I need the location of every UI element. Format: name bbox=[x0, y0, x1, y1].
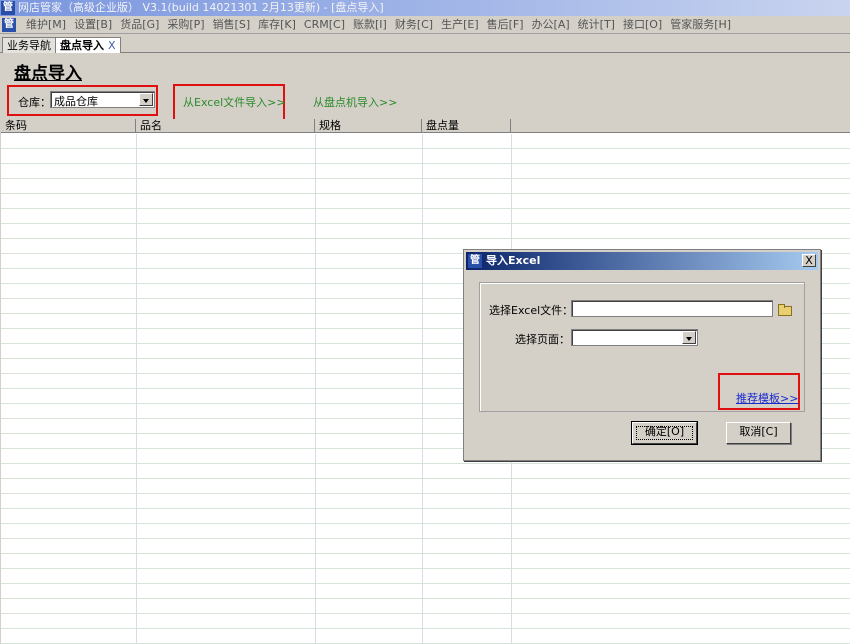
menu-bar: 管 维护[M] 设置[B] 货品[G] 采购[P] 销售[S] 库存[K] CR… bbox=[0, 16, 850, 34]
tab-business-nav[interactable]: 业务导航 bbox=[2, 37, 56, 53]
import-excel-link[interactable]: 从Excel文件导入>> bbox=[183, 94, 286, 110]
dialog-title: 导入Excel bbox=[486, 254, 541, 267]
menu-inventory[interactable]: 库存[K] bbox=[254, 16, 300, 34]
menu-purchase[interactable]: 采购[P] bbox=[163, 16, 208, 34]
col-product-name[interactable]: 品名 bbox=[136, 119, 315, 133]
grid-divider bbox=[315, 134, 316, 644]
menu-maintain[interactable]: 维护[M] bbox=[22, 16, 70, 34]
menu-finance[interactable]: 财务[C] bbox=[391, 16, 437, 34]
file-path-input[interactable] bbox=[571, 300, 773, 317]
menu-sales[interactable]: 销售[S] bbox=[209, 16, 255, 34]
import-device-link[interactable]: 从盘点机导入>> bbox=[313, 94, 397, 110]
folder-open-icon[interactable] bbox=[778, 304, 792, 316]
col-count[interactable]: 盘点量 bbox=[422, 119, 511, 133]
grid-divider bbox=[136, 134, 137, 644]
focus-rect bbox=[636, 426, 693, 440]
cancel-button[interactable]: 取消[C] bbox=[726, 422, 791, 444]
tab-strip: 业务导航 盘点导入 X bbox=[0, 35, 850, 53]
menu-service[interactable]: 管家服务[H] bbox=[666, 16, 735, 34]
file-label: 选择Excel文件： bbox=[489, 304, 574, 317]
tab-stock-import[interactable]: 盘点导入 X bbox=[55, 37, 121, 53]
warehouse-select[interactable]: 成品仓库 bbox=[50, 91, 155, 108]
import-excel-dialog: 管 导入Excel X 选择Excel文件： 选择页面： 推荐模板>> 确定[O… bbox=[463, 249, 821, 461]
menu-items: 维护[M] 设置[B] 货品[G] 采购[P] 销售[S] 库存[K] CRM[… bbox=[22, 16, 735, 34]
dropdown-arrow-icon[interactable] bbox=[139, 93, 153, 106]
grid-header: 条码 品名 规格 盘点量 bbox=[1, 119, 850, 133]
menu-interface[interactable]: 接口[O] bbox=[619, 16, 666, 34]
window-title: 网店管家（高级企业版） V3.1(build 14021301 2月13更新) … bbox=[18, 1, 384, 14]
dropdown-arrow-icon[interactable] bbox=[682, 331, 696, 344]
tab-stock-import-label: 盘点导入 bbox=[60, 39, 104, 52]
dialog-app-icon: 管 bbox=[468, 254, 482, 268]
warehouse-label: 仓库： bbox=[18, 96, 51, 109]
tab-business-nav-label: 业务导航 bbox=[7, 39, 51, 52]
col-spec[interactable]: 规格 bbox=[315, 119, 422, 133]
warehouse-select-value: 成品仓库 bbox=[54, 95, 98, 108]
menu-goods[interactable]: 货品[G] bbox=[116, 16, 163, 34]
cancel-button-label: 取消[C] bbox=[739, 425, 778, 438]
tab-close-icon[interactable]: X bbox=[108, 39, 116, 52]
page-title: 盘点导入 bbox=[14, 64, 82, 84]
grid-divider bbox=[422, 134, 423, 644]
dialog-title-bar[interactable]: 管 导入Excel X bbox=[466, 252, 818, 270]
menu-production[interactable]: 生产[E] bbox=[437, 16, 483, 34]
app-icon: 管 bbox=[1, 1, 15, 15]
template-link[interactable]: 推荐模板>> bbox=[736, 390, 798, 406]
sheet-label: 选择页面： bbox=[515, 333, 570, 346]
menu-accounts[interactable]: 账款[I] bbox=[349, 16, 391, 34]
ok-button[interactable]: 确定[O] bbox=[631, 421, 698, 445]
close-icon[interactable]: X bbox=[802, 254, 816, 267]
menu-app-icon[interactable]: 管 bbox=[2, 18, 16, 32]
menu-crm[interactable]: CRM[C] bbox=[300, 16, 349, 34]
menu-statistics[interactable]: 统计[T] bbox=[574, 16, 619, 34]
col-barcode[interactable]: 条码 bbox=[1, 119, 136, 133]
sheet-select[interactable] bbox=[571, 329, 698, 346]
window-title-bar: 管 网店管家（高级企业版） V3.1(build 14021301 2月13更新… bbox=[0, 0, 850, 16]
menu-after-sales[interactable]: 售后[F] bbox=[483, 16, 528, 34]
menu-settings[interactable]: 设置[B] bbox=[70, 16, 116, 34]
menu-office[interactable]: 办公[A] bbox=[528, 16, 574, 34]
